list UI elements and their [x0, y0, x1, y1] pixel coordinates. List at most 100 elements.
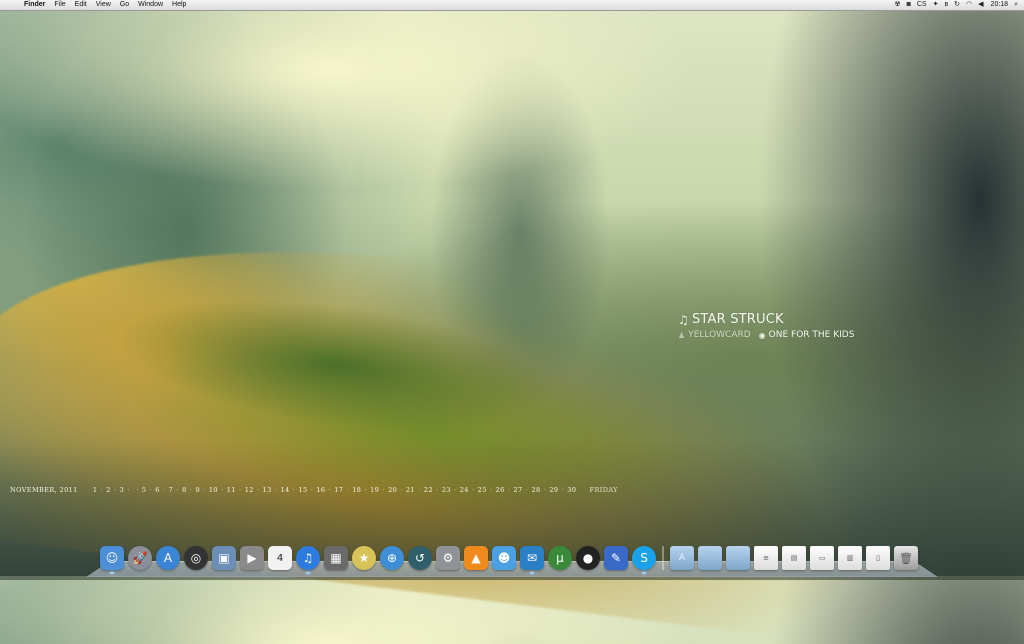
song-title: STAR STRUCK [691, 312, 784, 327]
camera-icon[interactable]: ◙ [907, 0, 911, 10]
trash-icon[interactable]: 🗑 [894, 546, 918, 570]
calendar-day: 11 [226, 486, 236, 494]
calendar-separator: · [163, 486, 166, 494]
calendar-day: 28 [531, 486, 541, 494]
now-playing-widget: ♫ STAR STRUCK ♟ YELLOWCARD ◉ ONE FOR THE… [678, 312, 854, 340]
xcode-icon[interactable]: ✎ [604, 546, 628, 570]
imovie-icon[interactable]: ★ [352, 546, 376, 570]
calendar-separator: · [292, 486, 296, 494]
app-store-icon[interactable]: A [156, 546, 180, 570]
menu-edit[interactable]: Edit [75, 0, 87, 10]
running-indicator [530, 572, 534, 574]
calendar-separator: · [310, 486, 314, 494]
radiation-icon[interactable]: ☢ [894, 0, 900, 10]
calendar-month: NOVEMBER, 2011 [10, 486, 78, 494]
downloads-folder-icon[interactable] [726, 546, 750, 570]
calendar-separator: · [543, 486, 547, 494]
menu-file[interactable]: File [54, 0, 65, 10]
timemachine-icon[interactable]: ↻ [954, 0, 960, 10]
calendar-day: 5 [141, 486, 147, 494]
dashboard-icon[interactable]: ◎ [184, 546, 208, 570]
notes-stack-icon[interactable]: ▯ [866, 546, 890, 570]
calendar-day: 30 [567, 486, 577, 494]
twitter-icon[interactable]: ✉ [520, 546, 544, 574]
document-stack-icon[interactable]: ≡ [754, 546, 778, 570]
calendar-day: 13 [262, 486, 272, 494]
launchpad-icon[interactable]: 🚀 [128, 546, 152, 570]
safari-icon[interactable]: ⊕ [380, 546, 404, 570]
calendar-separator: · [364, 486, 367, 494]
now-playing-song-row: ♫ STAR STRUCK [678, 312, 854, 327]
applications-folder-icon[interactable]: A [670, 546, 694, 570]
calendar-day: 24 [459, 486, 469, 494]
calendar-day: 12 [244, 486, 254, 494]
skype-icon[interactable]: S [632, 546, 656, 574]
calendar-day: 8 [182, 486, 187, 494]
calendar-separator: · [418, 486, 421, 494]
iphoto-icon[interactable]: ▦ [324, 546, 348, 570]
calendar-day: 23 [441, 486, 451, 494]
cs-indicator[interactable]: CS [917, 0, 927, 10]
vlc-icon[interactable]: ▲ [464, 546, 488, 570]
calendar-day: 25 [477, 486, 487, 494]
volume-icon[interactable]: ◀ [978, 0, 983, 10]
dock-divider [662, 546, 664, 570]
calendar-separator: · [436, 486, 439, 494]
calendar-separator: · [127, 486, 130, 494]
calendar-separator: · [346, 486, 350, 494]
system-preferences-icon[interactable]: ⚙ [436, 546, 460, 570]
time-machine-icon[interactable]: ↺ [408, 546, 432, 570]
calendar-separator: · [149, 486, 153, 494]
menu-app-name[interactable]: Finder [24, 0, 45, 10]
itunes-icon[interactable]: ♫ [296, 546, 320, 574]
documents-folder-icon[interactable] [698, 546, 722, 570]
calendar-separator: · [454, 486, 457, 494]
calendar-weekday: FRIDAY [589, 486, 618, 494]
preview-icon[interactable]: ▣ [212, 546, 236, 570]
search-icon[interactable]: ⌕ [1014, 0, 1018, 10]
now-playing-meta-row: ♟ YELLOWCARD ◉ ONE FOR THE KIDS [678, 330, 854, 340]
wifi-icon[interactable]: ◠ [966, 0, 972, 10]
messenger-icon[interactable]: ☻ [492, 546, 516, 570]
calendar-separator: · [189, 486, 193, 494]
calendar-separator: · [221, 486, 224, 494]
running-indicator [306, 572, 310, 574]
calendar-day: 16 [316, 486, 326, 494]
music-note-icon: ♫ [678, 312, 689, 327]
calendar-icon[interactable]: 4 [268, 546, 292, 570]
facetime-icon[interactable]: ▶ [240, 546, 264, 570]
menu-view[interactable]: View [96, 0, 111, 10]
status-area: ☢ ◙ CS ✦ ʙ ↻ ◠ ◀ 20:18 ⌕ [888, 0, 1018, 10]
document-stack-icon-2[interactable]: ▤ [782, 546, 806, 570]
album-name: ONE FOR THE KIDS [768, 330, 855, 340]
calendar-day: 18 [352, 486, 362, 494]
calendar-day: 29 [549, 486, 559, 494]
menu-bar: Finder File Edit View Go Window Help ☢ ◙… [0, 0, 1024, 11]
screenshot-stack-icon[interactable]: ▭ [810, 546, 834, 570]
dock: ☺ 🚀 A ◎ ▣ ▶ 4 ♫ ▦ ★ ⊕ ↺ ⚙ ▲ ☻ ✉ µ ● ✎ S A ≡ ▤ ▭ ▥ ▯ 🗑 [100, 540, 922, 574]
calendar-separator: · [100, 486, 104, 494]
calendar-separator: · [328, 486, 332, 494]
twitter-icon[interactable]: ✦ [933, 0, 939, 10]
calendar-day: 1 [92, 486, 98, 494]
menu-window[interactable]: Window [138, 0, 163, 10]
finder-icon[interactable]: ☺ [100, 546, 124, 574]
calendar-separator: · [176, 486, 179, 494]
calendar-day: 26 [495, 486, 505, 494]
calendar-separator: · [489, 486, 493, 494]
bluetooth-icon[interactable]: ʙ [944, 0, 948, 10]
calendar-separator: · [561, 486, 565, 494]
calendar-separator: · [274, 486, 278, 494]
album-icon: ◉ [758, 330, 766, 340]
calendar-day: 21 [405, 486, 416, 494]
menu-help[interactable]: Help [172, 0, 186, 10]
file-stack-icon[interactable]: ▥ [838, 546, 862, 570]
camera-icon[interactable]: ● [576, 546, 600, 570]
calendar-day: 2 [106, 486, 111, 494]
calendar-separator: · [136, 486, 139, 494]
artist-icon: ♟ [678, 330, 686, 340]
calendar-day: 19 [370, 486, 380, 494]
clock[interactable]: 20:18 [991, 0, 1009, 10]
utorrent-icon[interactable]: µ [548, 546, 572, 570]
menu-go[interactable]: Go [120, 0, 129, 10]
